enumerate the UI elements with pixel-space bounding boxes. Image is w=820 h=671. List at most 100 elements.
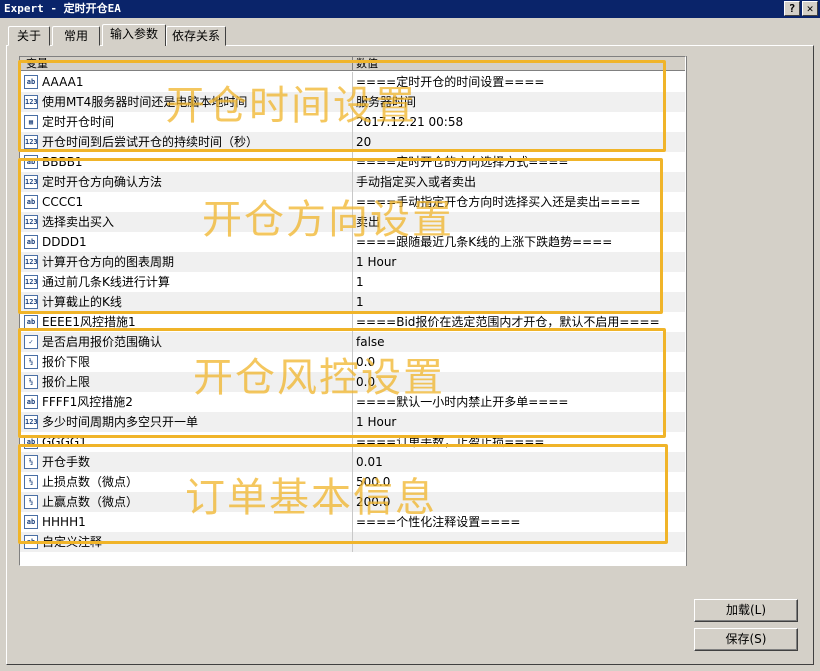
tab-common[interactable]: 常用 xyxy=(52,26,100,46)
integer-type-icon: 123 xyxy=(24,175,38,189)
parameter-name: HHHH1 xyxy=(42,515,86,529)
parameter-name: DDDD1 xyxy=(42,235,87,249)
parameter-value[interactable]: 0.01 xyxy=(356,452,681,472)
string-type-icon: ab xyxy=(24,515,38,529)
parameter-row[interactable]: ab GGGG1 ====订单手数，止盈止损==== xyxy=(20,432,685,452)
parameter-value[interactable]: 卖出 xyxy=(356,212,681,232)
parameter-name: 报价下限 xyxy=(42,355,91,369)
parameter-name: GGGG1 xyxy=(42,435,87,449)
column-divider xyxy=(352,92,353,112)
tab-about[interactable]: 关于 xyxy=(8,26,50,46)
double-type-icon: ½ xyxy=(24,495,38,509)
parameter-value[interactable]: ====跟随最近几条K线的上涨下跌趋势==== xyxy=(356,232,681,252)
parameter-value[interactable]: ====Bid报价在选定范围内才开仓，默认不启用==== xyxy=(356,312,681,332)
parameter-row[interactable]: ab DDDD1 ====跟随最近几条K线的上涨下跌趋势==== xyxy=(20,232,685,252)
string-type-icon: ab xyxy=(24,155,38,169)
parameter-name: 报价上限 xyxy=(42,375,91,389)
tab-inputs[interactable]: 输入参数 xyxy=(102,24,166,46)
parameter-value[interactable]: ====定时开仓的时间设置==== xyxy=(356,72,681,92)
parameter-row[interactable]: ab 自定义注释 xyxy=(20,532,685,552)
parameter-row[interactable]: ½ 报价下限 0.0 xyxy=(20,352,685,372)
parameter-name: AAAA1 xyxy=(42,75,84,89)
parameter-row[interactable]: ½ 开仓手数 0.01 xyxy=(20,452,685,472)
column-header-variable[interactable]: 变量 xyxy=(20,57,353,71)
parameter-row[interactable]: 123 计算截止的K线 1 xyxy=(20,292,685,312)
parameter-row[interactable]: 123 开仓时间到后尝试开仓的持续时间（秒） 20 xyxy=(20,132,685,152)
parameter-row[interactable]: ab AAAA1 ====定时开仓的时间设置==== xyxy=(20,72,685,92)
parameter-value[interactable]: ====个性化注释设置==== xyxy=(356,512,681,532)
double-type-icon: ½ xyxy=(24,455,38,469)
load-button[interactable]: 加载(L) xyxy=(694,599,798,622)
window-title-bar: Expert - 定时开仓EA ? ✕ xyxy=(0,0,820,18)
parameter-value[interactable] xyxy=(356,532,681,552)
parameter-value[interactable]: 1 xyxy=(356,272,681,292)
column-divider xyxy=(352,432,353,452)
save-button[interactable]: 保存(S) xyxy=(694,628,798,651)
parameter-name: 通过前几条K线进行计算 xyxy=(42,275,170,289)
parameter-row[interactable]: ab EEEE1风控措施1 ====Bid报价在选定范围内才开仓，默认不启用==== xyxy=(20,312,685,332)
parameter-name: 是否启用报价范围确认 xyxy=(42,335,163,349)
parameter-value[interactable]: 200.0 xyxy=(356,492,681,512)
parameter-name: 多少时间周期内多空只开一单 xyxy=(42,415,199,429)
help-button[interactable]: ? xyxy=(784,1,800,16)
parameter-name: 使用MT4服务器时间还是电脑本地时间 xyxy=(42,95,248,109)
parameter-value[interactable]: 0.0 xyxy=(356,372,681,392)
parameter-row[interactable]: ▦ 定时开仓时间 2017.12.21 00:58 xyxy=(20,112,685,132)
string-type-icon: ab xyxy=(24,195,38,209)
parameter-row[interactable]: ab HHHH1 ====个性化注释设置==== xyxy=(20,512,685,532)
parameter-row[interactable]: ½ 止赢点数（微点） 200.0 xyxy=(20,492,685,512)
column-divider xyxy=(352,152,353,172)
parameter-name: 定时开仓方向确认方法 xyxy=(42,175,163,189)
column-divider xyxy=(352,412,353,432)
column-divider xyxy=(352,332,353,352)
column-divider xyxy=(352,472,353,492)
parameter-name: 计算开仓方向的图表周期 xyxy=(42,255,175,269)
string-type-icon: ab xyxy=(24,535,38,549)
column-divider xyxy=(352,132,353,152)
parameter-row[interactable]: 123 定时开仓方向确认方法 手动指定买入或者卖出 xyxy=(20,172,685,192)
parameter-value[interactable]: 20 xyxy=(356,132,681,152)
column-divider xyxy=(352,452,353,472)
parameter-row[interactable]: ab BBBB1 ====定时开仓的方向选择方式==== xyxy=(20,152,685,172)
parameter-value[interactable]: 2017.12.21 00:58 xyxy=(356,112,681,132)
parameter-row[interactable]: 123 使用MT4服务器时间还是电脑本地时间 服务器时间 xyxy=(20,92,685,112)
parameter-name: 定时开仓时间 xyxy=(42,115,115,129)
double-type-icon: ½ xyxy=(24,475,38,489)
parameter-row[interactable]: ab CCCC1 ====手动指定开仓方向时选择买入还是卖出==== xyxy=(20,192,685,212)
parameter-value[interactable]: 1 Hour xyxy=(356,412,681,432)
parameter-row[interactable]: ½ 报价上限 0.0 xyxy=(20,372,685,392)
parameter-name: FFFF1风控措施2 xyxy=(42,395,133,409)
parameter-value[interactable]: 1 xyxy=(356,292,681,312)
parameter-value[interactable]: ====手动指定开仓方向时选择买入还是卖出==== xyxy=(356,192,681,212)
parameter-value[interactable]: ====定时开仓的方向选择方式==== xyxy=(356,152,681,172)
tab-dependencies[interactable]: 依存关系 xyxy=(166,26,226,46)
parameter-value[interactable]: 服务器时间 xyxy=(356,92,681,112)
column-header-value[interactable]: 数值 xyxy=(353,57,685,71)
parameter-value[interactable]: 1 Hour xyxy=(356,252,681,272)
parameter-row[interactable]: 123 计算开仓方向的图表周期 1 Hour xyxy=(20,252,685,272)
integer-type-icon: 123 xyxy=(24,95,38,109)
column-divider xyxy=(352,512,353,532)
parameter-row[interactable]: ½ 止损点数（微点） 500.0 xyxy=(20,472,685,492)
parameter-row[interactable]: ab FFFF1风控措施2 ====默认一小时内禁止开多单==== xyxy=(20,392,685,412)
column-divider xyxy=(352,112,353,132)
parameter-value[interactable]: 手动指定买入或者卖出 xyxy=(356,172,681,192)
parameter-grid[interactable]: 变量 数值 ab AAAA1 ====定时开仓的时间设置==== 123 使用MT4服务… xyxy=(19,56,686,566)
parameter-value[interactable]: ====订单手数，止盈止损==== xyxy=(356,432,681,452)
parameter-value[interactable]: 500.0 xyxy=(356,472,681,492)
parameter-value[interactable]: 0.0 xyxy=(356,352,681,372)
column-divider xyxy=(352,372,353,392)
column-divider xyxy=(352,212,353,232)
parameter-row[interactable]: 123 选择卖出买入 卖出 xyxy=(20,212,685,232)
parameter-row[interactable]: 123 通过前几条K线进行计算 1 xyxy=(20,272,685,292)
parameter-row[interactable]: ✓ 是否启用报价范围确认 false xyxy=(20,332,685,352)
close-button[interactable]: ✕ xyxy=(802,1,818,16)
parameter-row[interactable]: 123 多少时间周期内多空只开一单 1 Hour xyxy=(20,412,685,432)
parameter-name: BBBB1 xyxy=(42,155,83,169)
grid-right-edge xyxy=(686,56,687,566)
column-divider xyxy=(352,172,353,192)
parameter-value[interactable]: ====默认一小时内禁止开多单==== xyxy=(356,392,681,412)
column-divider xyxy=(352,392,353,412)
parameter-value[interactable]: false xyxy=(356,332,681,352)
window-title: Expert - 定时开仓EA xyxy=(4,2,121,15)
